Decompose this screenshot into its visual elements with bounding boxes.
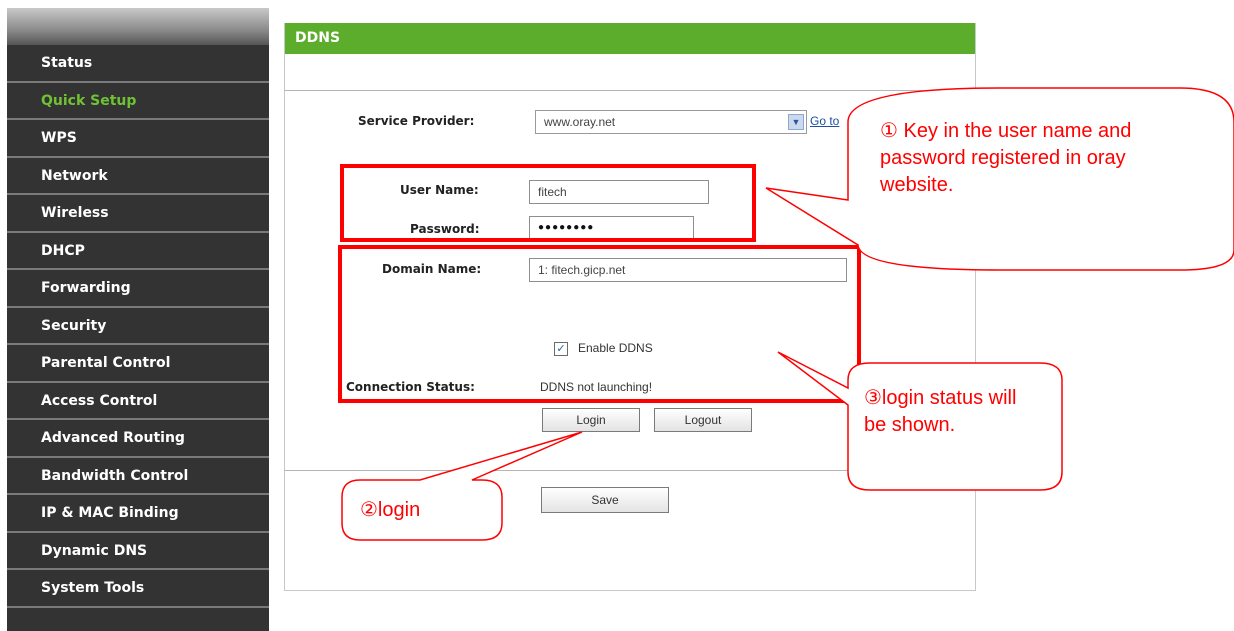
callout-text-3: ③login status will be shown. (864, 387, 1017, 436)
callout-text-2: ②login (360, 499, 421, 521)
callout-shapes (341, 87, 1234, 541)
callout-text-1: ① Key in the user name and password regi… (880, 120, 1132, 196)
